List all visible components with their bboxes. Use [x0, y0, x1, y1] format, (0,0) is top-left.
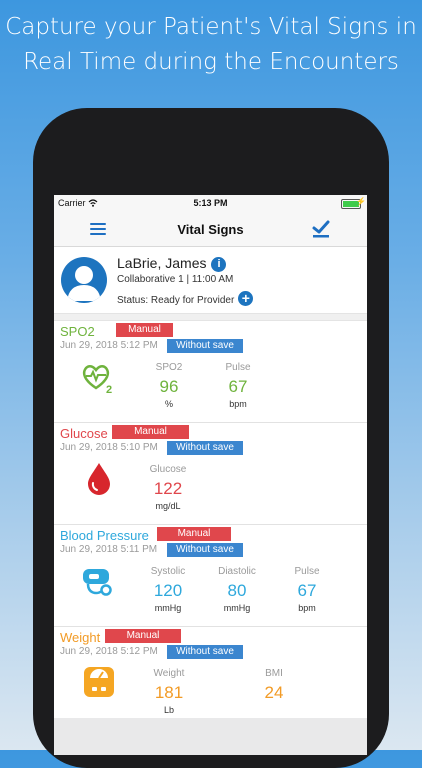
- divider: [54, 314, 367, 321]
- vital-card-spo2[interactable]: SPO2 Manual Jun 29, 2018 5:12 PM Without…: [54, 321, 367, 423]
- value-number: 67: [228, 377, 248, 396]
- status-bar: Carrier 5:13 PM ⚡: [54, 195, 367, 212]
- value-label: BMI: [265, 668, 283, 679]
- vital-card-blood-pressure[interactable]: Blood Pressure Manual Jun 29, 2018 5:11 …: [54, 525, 367, 627]
- value-number: 67: [297, 581, 317, 600]
- value-unit: Lb: [163, 705, 174, 715]
- charging-icon: ⚡: [356, 197, 366, 206]
- value-label: Diastolic: [218, 566, 256, 577]
- value-number: 120: [153, 581, 183, 600]
- value-label: Systolic: [150, 566, 186, 577]
- app-screen: Carrier 5:13 PM ⚡ Vital Signs LaBrie, Ja…: [54, 195, 367, 755]
- manual-badge: Manual: [112, 425, 189, 439]
- avatar: [61, 257, 107, 303]
- bottom-bar: [54, 718, 367, 755]
- patient-status: Status: Ready for Provider +: [117, 291, 254, 306]
- vital-value-glucose: Glucose 122 mg/dL: [138, 464, 198, 511]
- status-time: 5:13 PM: [193, 198, 228, 208]
- vital-title: SPO2: [60, 324, 95, 339]
- nav-bar: Vital Signs: [54, 212, 367, 247]
- value-label: Weight: [153, 668, 185, 679]
- value-number: 122: [153, 479, 183, 498]
- vital-value-systolic: Systolic 120 mmHg: [138, 566, 198, 613]
- headline-line-1: Capture your Patient's Vital Signs in: [5, 14, 417, 40]
- vital-value-bmi: BMI 24: [244, 668, 304, 705]
- patient-name: LaBrie, James i: [117, 255, 227, 272]
- value-label: Glucose: [149, 464, 187, 475]
- value-label: SPO2: [155, 362, 183, 373]
- blood-pressure-cuff-icon: [83, 569, 112, 596]
- manual-badge: Manual: [157, 527, 231, 541]
- checkmark-icon[interactable]: [311, 219, 331, 239]
- blood-drop-icon: [88, 463, 110, 495]
- value-number: 24: [264, 683, 284, 702]
- heart-o2-icon: 2: [82, 365, 112, 395]
- value-unit: bpm: [298, 603, 316, 613]
- vital-timestamp: Jun 29, 2018 5:11 PM: [60, 544, 158, 555]
- vital-value-weight: Weight 181 Lb: [139, 668, 199, 715]
- without-save-badge: Without save: [167, 339, 243, 353]
- value-unit: bpm: [229, 399, 247, 409]
- value-label: Pulse: [294, 566, 320, 577]
- patient-header[interactable]: LaBrie, James i Collaborative 1 | 11:00 A…: [54, 247, 367, 314]
- value-number: 96: [159, 377, 179, 396]
- vital-card-weight[interactable]: Weight Manual Jun 29, 2018 5:12 PM Witho…: [54, 627, 367, 728]
- value-number: 80: [227, 581, 247, 600]
- without-save-badge: Without save: [167, 645, 243, 659]
- value-unit: mmHg: [223, 603, 251, 613]
- vital-title: Weight: [60, 630, 101, 645]
- vital-value-diastolic: Diastolic 80 mmHg: [207, 566, 267, 613]
- add-icon[interactable]: +: [238, 291, 254, 306]
- promo-headline: Capture your Patient's Vital Signs in Re…: [0, 10, 422, 80]
- vital-card-glucose[interactable]: Glucose Manual Jun 29, 2018 5:10 PM With…: [54, 423, 367, 525]
- vital-value-pulse: Pulse 67 bpm: [277, 566, 337, 613]
- value-unit: mmHg: [154, 603, 182, 613]
- manual-badge: Manual: [116, 323, 173, 337]
- patient-location: Collaborative 1 | 11:00 AM: [117, 274, 234, 285]
- scale-icon: [84, 667, 114, 697]
- vital-title: Blood Pressure: [60, 528, 149, 543]
- without-save-badge: Without save: [167, 543, 243, 557]
- vital-title: Glucose: [60, 426, 108, 441]
- svg-text:2: 2: [106, 384, 112, 395]
- manual-badge: Manual: [105, 629, 181, 643]
- value-unit: mg/dL: [155, 501, 181, 511]
- value-unit: %: [164, 399, 173, 409]
- vital-timestamp: Jun 29, 2018 5:10 PM: [60, 442, 158, 453]
- vital-timestamp: Jun 29, 2018 5:12 PM: [60, 646, 158, 657]
- person-icon: [67, 266, 101, 301]
- headline-line-2: Real Time during the Encounters: [23, 49, 399, 75]
- value-label: Pulse: [225, 362, 251, 373]
- value-number: 181: [154, 683, 184, 702]
- vital-timestamp: Jun 29, 2018 5:12 PM: [60, 340, 158, 351]
- info-icon[interactable]: i: [211, 257, 227, 272]
- without-save-badge: Without save: [167, 441, 243, 455]
- vital-value-spo2: SPO2 96 %: [139, 362, 199, 409]
- vital-value-pulse: Pulse 67 bpm: [208, 362, 268, 409]
